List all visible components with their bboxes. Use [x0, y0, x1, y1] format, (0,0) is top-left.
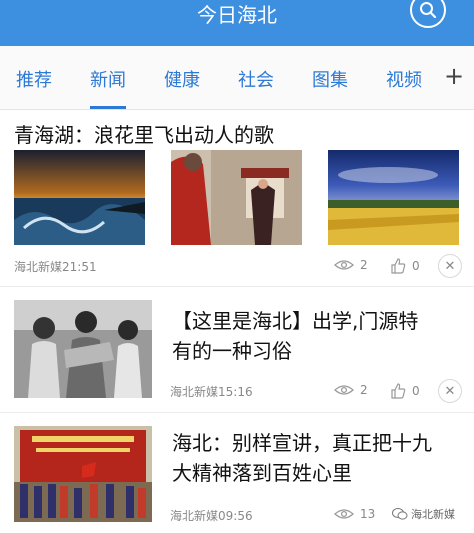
view-count: 2: [334, 258, 368, 272]
like-count-value: 0: [412, 259, 420, 273]
article-title-line2: 有的一种习俗: [172, 339, 292, 363]
dismiss-button[interactable]: ✕: [438, 254, 462, 278]
eye-icon: [334, 385, 354, 395]
article-title-line1: 【这里是海北】出学,门源特: [172, 309, 419, 333]
article-meta: 海北新媒09:56: [170, 507, 253, 524]
dismiss-button[interactable]: ✕: [438, 379, 462, 403]
wechat-icon: [392, 508, 408, 520]
article-meta: 海北新媒21:51: [14, 258, 97, 275]
thumbs-up-icon: [391, 258, 406, 274]
article-source: 海北新媒: [170, 509, 219, 523]
view-count: 2: [334, 383, 368, 397]
view-count-value: 13: [360, 507, 376, 521]
category-tabs: 推荐 新闻 健康 社会 图集 视频 +: [0, 46, 474, 110]
article-source: 海北新媒: [170, 385, 219, 399]
article-title[interactable]: 青海湖：浪花里飞出动人的歌: [14, 120, 274, 150]
eye-icon: [334, 260, 354, 270]
tab-gallery[interactable]: 图集: [312, 66, 348, 92]
add-tab-button[interactable]: +: [444, 62, 464, 90]
article-title-line1: 海北：别样宣讲，真正把十九: [172, 431, 432, 455]
article-image-fields[interactable]: [328, 150, 459, 245]
like-count-value: 0: [412, 384, 420, 398]
tab-health[interactable]: 健康: [164, 66, 200, 92]
article-time: 09:56: [218, 509, 253, 523]
article-image-event[interactable]: [14, 426, 152, 522]
app-header: 今日海北: [0, 0, 474, 46]
thumbs-up-icon: [391, 383, 406, 399]
article-meta: 海北新媒15:16: [170, 383, 253, 400]
eye-icon: [334, 509, 354, 519]
watermark-text: 海北新媒: [411, 508, 455, 521]
article-time: 21:51: [62, 260, 97, 274]
article-title[interactable]: 海北：别样宣讲，真正把十九 大精神落到百姓心里: [172, 428, 432, 488]
divider: [0, 286, 474, 287]
article-title[interactable]: 【这里是海北】出学,门源特 有的一种习俗: [172, 306, 418, 366]
divider: [0, 412, 474, 413]
tab-recommend[interactable]: 推荐: [16, 66, 52, 92]
like-button[interactable]: 0: [390, 258, 420, 274]
view-count: 13: [334, 507, 375, 521]
tab-video[interactable]: 视频: [386, 66, 422, 92]
tab-news[interactable]: 新闻: [90, 66, 126, 109]
tab-society[interactable]: 社会: [238, 66, 274, 92]
article-time: 15:16: [218, 385, 253, 399]
article-title-line2: 大精神落到百姓心里: [172, 461, 352, 485]
watermark: 海北新媒: [392, 506, 455, 522]
like-button[interactable]: 0: [390, 383, 420, 399]
view-count-value: 2: [360, 383, 368, 397]
search-icon: [420, 2, 437, 19]
app-title: 今日海北: [197, 3, 277, 27]
article-image-people[interactable]: [14, 300, 152, 398]
article-source: 海北新媒: [14, 260, 63, 274]
close-icon: ✕: [444, 258, 456, 274]
article-image-monk[interactable]: [171, 150, 302, 245]
article-image-lake[interactable]: [14, 150, 145, 245]
view-count-value: 2: [360, 258, 368, 272]
close-icon: ✕: [444, 383, 456, 399]
